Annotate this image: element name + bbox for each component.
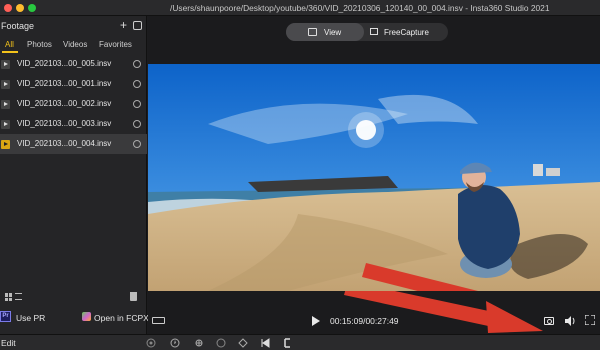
trim-icon[interactable] (282, 338, 292, 348)
video-play-icon (1, 140, 10, 149)
snapshot-camera-icon[interactable] (544, 317, 554, 325)
freecapture-button[interactable]: FreeCapture (384, 28, 429, 37)
aspect-ratio-icon[interactable] (152, 317, 165, 324)
file-name: VID_202103...00_001.insv (17, 79, 112, 88)
file-row[interactable]: VID_202103...00_001.insv (0, 74, 147, 94)
file-name: VID_202103...00_004.insv (17, 139, 112, 148)
zoom-window-button[interactable] (28, 4, 36, 12)
tab-photos[interactable]: Photos (27, 40, 52, 49)
video-play-icon (1, 100, 10, 109)
freecapture-icon[interactable] (370, 28, 378, 35)
close-window-button[interactable] (4, 4, 12, 12)
active-tab-indicator (2, 51, 18, 53)
timecode: 00:15:09/00:27:49 (330, 316, 399, 326)
window-title: /Users/shaunpoore/Desktop/youtube/360/VI… (170, 3, 550, 13)
file-row[interactable]: VID_202103...00_005.insv (0, 54, 147, 74)
sidebar-header: Footage + (0, 18, 147, 34)
play-icon[interactable] (312, 316, 320, 326)
file-name: VID_202103...00_003.insv (17, 119, 112, 128)
sidebar-toolbar (0, 292, 147, 304)
trash-icon[interactable] (130, 292, 137, 301)
player-controls: 00:15:09/00:27:49 (148, 312, 600, 332)
fullscreen-icon[interactable] (585, 315, 595, 325)
title-bar: /Users/shaunpoore/Desktop/youtube/360/VI… (0, 0, 600, 16)
360-icon (133, 120, 141, 128)
use-pr-button[interactable]: Use PR (16, 313, 45, 323)
video-play-icon (1, 60, 10, 69)
tab-favorites[interactable]: Favorites (99, 40, 132, 49)
import-icon[interactable] (133, 21, 142, 30)
stabilize-icon[interactable] (216, 338, 226, 348)
tab-all[interactable]: All (5, 40, 14, 49)
tab-videos[interactable]: Videos (63, 40, 87, 49)
fcpx-icon (82, 312, 91, 321)
file-row[interactable]: VID_202103...00_003.insv (0, 114, 147, 134)
minimize-window-button[interactable] (16, 4, 24, 12)
view-label: View (324, 28, 342, 37)
file-name: VID_202103...00_005.insv (17, 59, 112, 68)
view-mode-button[interactable]: View (286, 23, 364, 41)
previous-keyframe-icon[interactable] (260, 338, 270, 348)
screen-icon (308, 28, 317, 36)
volume-icon[interactable] (564, 316, 576, 326)
edit-bar: Edit (0, 334, 600, 350)
annotation-arrow (362, 263, 478, 291)
file-row[interactable]: VID_202103...00_002.insv (0, 94, 147, 114)
sidebar-title: Footage (1, 21, 35, 31)
file-row-selected[interactable]: VID_202103...00_004.insv (0, 134, 147, 154)
add-footage-icon[interactable]: + (120, 19, 127, 31)
footage-sidebar: Footage + All Photos Videos Favorites VI… (0, 16, 149, 334)
speed-icon[interactable] (170, 338, 180, 348)
360-icon (133, 80, 141, 88)
open-in-fcpx-button[interactable]: Open in FCPX (94, 313, 149, 323)
effects-icon[interactable] (194, 338, 204, 348)
360-icon (133, 100, 141, 108)
edit-label: Edit (1, 338, 16, 348)
target-icon[interactable] (146, 338, 156, 348)
video-play-icon (1, 120, 10, 129)
video-play-icon (1, 80, 10, 89)
keyframe-icon[interactable] (238, 338, 248, 348)
file-name: VID_202103...00_002.insv (17, 99, 112, 108)
grid-view-icon[interactable] (5, 293, 13, 301)
360-icon (133, 60, 141, 68)
export-actions: Pr Use PR Open in FCPX (0, 310, 149, 328)
main-panel: View FreeCapture 00:15:09/00:27:49 (148, 16, 600, 334)
360-icon (133, 140, 141, 148)
list-view-icon[interactable] (15, 293, 22, 300)
footage-tabs: All Photos Videos Favorites (0, 38, 147, 53)
mode-toggle: View FreeCapture (286, 23, 448, 41)
premiere-icon: Pr (0, 311, 11, 322)
video-preview[interactable] (148, 64, 600, 291)
file-list: VID_202103...00_005.insv VID_202103...00… (0, 54, 147, 154)
